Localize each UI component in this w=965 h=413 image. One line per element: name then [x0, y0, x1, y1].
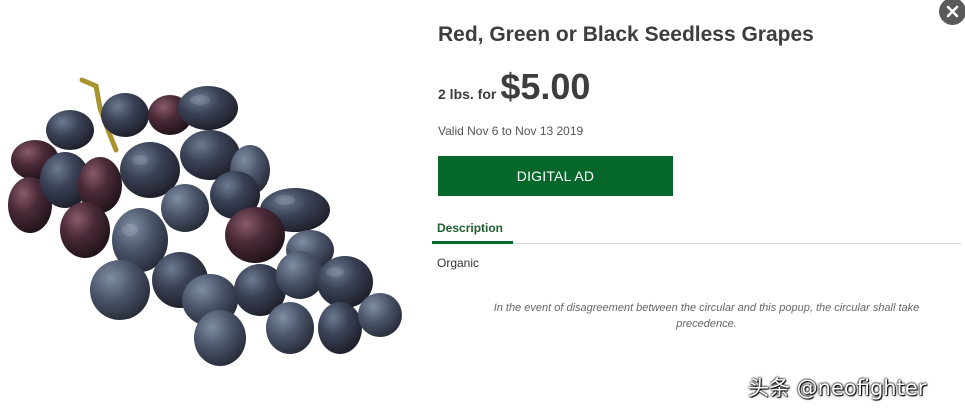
disclaimer-text: In the event of disagreement between the…: [493, 302, 920, 330]
close-button[interactable]: [939, 0, 965, 25]
close-icon: [946, 5, 959, 18]
product-title: Red, Green or Black Seedless Grapes: [438, 23, 814, 46]
tab-description[interactable]: Description: [432, 221, 513, 244]
description-text: Organic: [437, 256, 480, 270]
watermark: 头条 @neofighter: [748, 376, 927, 400]
price-value: $5.00: [500, 66, 591, 107]
validity-dates: Valid Nov 6 to Nov 13 2019: [438, 124, 584, 138]
price-quantity: 2 lbs. for: [438, 86, 497, 102]
digital-ad-button[interactable]: DIGITAL AD: [438, 156, 673, 196]
grapes-image: [8, 77, 402, 366]
price-row: 2 lbs. for $5.00: [438, 66, 590, 108]
